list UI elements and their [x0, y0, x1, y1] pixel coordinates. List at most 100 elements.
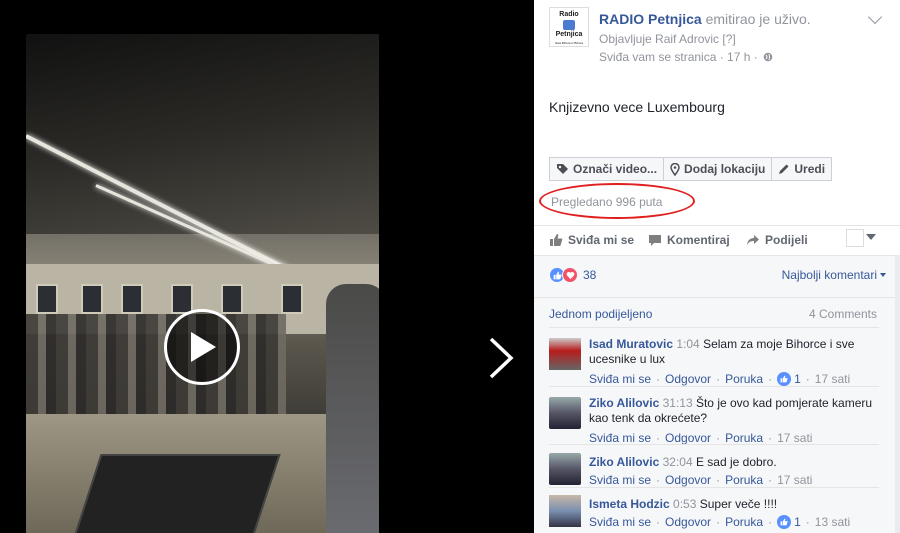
comment-actions: Sviđa mi se · Odgovor · Poruka · 17 sati [589, 431, 813, 445]
comment-reply-link[interactable]: Odgovor [665, 431, 711, 445]
like-label: Sviđa mi se [568, 233, 635, 247]
comment-age: 17 sati [814, 372, 851, 386]
comment-sort-dropdown[interactable]: Najbolji komentari [782, 268, 886, 282]
tag-video-button[interactable]: Označi video... [549, 157, 665, 181]
comment-bubble-icon [649, 234, 661, 246]
post-panel: Radio Petnjica Glas Bihora iz Bihora RAD… [534, 0, 900, 533]
post-edit-actions: Označi video... Dodaj lokaciju Uredi [549, 157, 833, 181]
share-stats-row: Jednom podijeljeno 4 Comments [534, 297, 900, 327]
comment-message-link[interactable]: Poruka [725, 372, 763, 386]
comment-reply-link[interactable]: Odgovor [665, 372, 711, 386]
comment-reply-link[interactable]: Odgovor [665, 515, 711, 529]
add-location-label: Dodaj lokaciju [684, 162, 766, 176]
play-button[interactable] [164, 309, 240, 385]
comment-like-icon [777, 372, 792, 386]
comment-timestamp[interactable]: 32:04 [663, 455, 693, 469]
comments-section: 38 Najbolji komentari Jednom podijeljeno… [534, 255, 900, 533]
post-title-line: RADIO Petnjica emitirao je uživo. [599, 11, 811, 27]
comment-body: Isad Muratovic 1:04 Selam za moje Bihorc… [589, 337, 879, 367]
comment-like-link[interactable]: Sviđa mi se [589, 515, 651, 529]
logo-line-3: Glas Bihora iz Bihora [554, 41, 584, 45]
comment-age: 17 sati [777, 431, 813, 445]
comment-text: E sad je dobro. [695, 455, 777, 469]
comment-like-count[interactable]: 1 [794, 372, 801, 386]
post-meta: Sviđa vam se stranica · 17 h · [599, 50, 773, 64]
view-count: Pregledano 996 puta [551, 195, 663, 209]
logo-line-2: Petnjica [555, 31, 583, 38]
post-header: Radio Petnjica Glas Bihora iz Bihora RAD… [549, 7, 889, 67]
comment-item: Ismeta Hodzic 0:53 Super veče !!!! Sviđa… [549, 487, 879, 533]
comment-message-link[interactable]: Poruka [725, 515, 763, 529]
comment-actions: Sviđa mi se · Odgovor · Poruka · 17 sati [589, 473, 813, 487]
comment-like-link[interactable]: Sviđa mi se [589, 431, 651, 445]
comment-timestamp[interactable]: 0:53 [673, 497, 696, 511]
comment-button[interactable]: Komentiraj [648, 233, 730, 247]
video-frame-window [171, 284, 193, 314]
video-frame-window [121, 284, 143, 314]
page-name-link[interactable]: RADIO Petnjica [599, 11, 702, 27]
like-button[interactable]: Sviđa mi se [549, 233, 634, 247]
video-frame-mixer [71, 454, 281, 533]
comment-message-link[interactable]: Poruka [725, 431, 763, 445]
video-frame-ceiling [26, 34, 379, 234]
video-frame-window [281, 284, 303, 314]
post-text: Knjizevno vece Luxembourg [549, 99, 725, 115]
comments-count: 4 Comments [808, 307, 877, 321]
comment-body: Ismeta Hodzic 0:53 Super veče !!!! [589, 497, 879, 512]
comment-item: Ziko Alilovic 32:04 E sad je dobro. Sviđ… [549, 444, 879, 487]
comment-actions: Sviđa mi se · Odgovor · Poruka · 1 · 13 sati [589, 515, 851, 529]
commenter-avatar[interactable] [549, 397, 581, 429]
video-frame-window [221, 284, 243, 314]
published-by: Objavljuje Raif Adrovic [?] [599, 32, 736, 46]
commenter-name[interactable]: Ziko Alilovic [589, 396, 659, 410]
comment-item: Ziko Alilovic 31:13 Što je ovo kad pomje… [549, 386, 879, 445]
video-frame-window [81, 284, 103, 314]
page-avatar-small[interactable] [846, 229, 864, 247]
commenter-avatar[interactable] [549, 495, 581, 527]
comment-like-link[interactable]: Sviđa mi se [589, 372, 651, 386]
post-action-bar: Sviđa mi se Komentiraj Podijeli [534, 225, 900, 255]
commenter-avatar[interactable] [549, 453, 581, 485]
location-pin-icon [670, 162, 680, 176]
thumbs-up-icon [550, 234, 563, 246]
globe-icon [763, 52, 773, 62]
pencil-icon [779, 164, 789, 174]
share-button[interactable]: Podijeli [746, 233, 808, 247]
comments-scrollbar[interactable] [895, 255, 900, 533]
comment-age: 13 sati [814, 515, 851, 529]
commenter-name[interactable]: Ziko Alilovic [589, 455, 659, 469]
commenter-name[interactable]: Isad Muratovic [589, 337, 673, 351]
tag-icon [557, 163, 568, 174]
comment-like-icon [777, 515, 792, 529]
comment-message-link[interactable]: Poruka [725, 473, 763, 487]
caret-down-icon[interactable] [866, 234, 876, 240]
reactions-summary[interactable]: 38 [549, 267, 596, 283]
tag-video-label: Označi video... [573, 162, 658, 176]
comment-like-link[interactable]: Sviđa mi se [589, 473, 651, 487]
commenter-name[interactable]: Ismeta Hodzic [589, 497, 670, 511]
video-frame-window [36, 284, 58, 314]
comment-reply-link[interactable]: Odgovor [665, 473, 711, 487]
comment-actions: Sviđa mi se · Odgovor · Poruka · 1 · 17 sati [589, 372, 851, 386]
video-player[interactable] [26, 34, 379, 533]
share-arrow-icon [747, 234, 759, 245]
video-frame-speaker [326, 284, 379, 533]
comment-timestamp[interactable]: 1:04 [676, 337, 699, 351]
shares-count-link[interactable]: Jednom podijeljeno [549, 307, 652, 321]
comment-text: Super veče !!!! [699, 497, 778, 511]
comment-label: Komentiraj [667, 233, 730, 247]
add-location-button[interactable]: Dodaj lokaciju [663, 157, 773, 181]
comment-like-count[interactable]: 1 [794, 515, 801, 529]
comment-age: 17 sati [777, 473, 813, 487]
commenter-avatar[interactable] [549, 338, 581, 370]
post-action-text: emitirao je uživo. [705, 11, 811, 27]
reaction-count: 38 [583, 268, 597, 282]
page-avatar[interactable]: Radio Petnjica Glas Bihora iz Bihora [549, 7, 589, 47]
edit-label: Uredi [794, 162, 826, 176]
next-arrow-icon[interactable] [486, 336, 516, 380]
comment-timestamp[interactable]: 31:13 [663, 396, 693, 410]
comment-body: Ziko Alilovic 31:13 Što je ovo kad pomje… [589, 396, 879, 426]
love-reaction-icon [562, 267, 578, 283]
edit-button[interactable]: Uredi [771, 157, 833, 181]
share-label: Podijeli [765, 233, 808, 247]
